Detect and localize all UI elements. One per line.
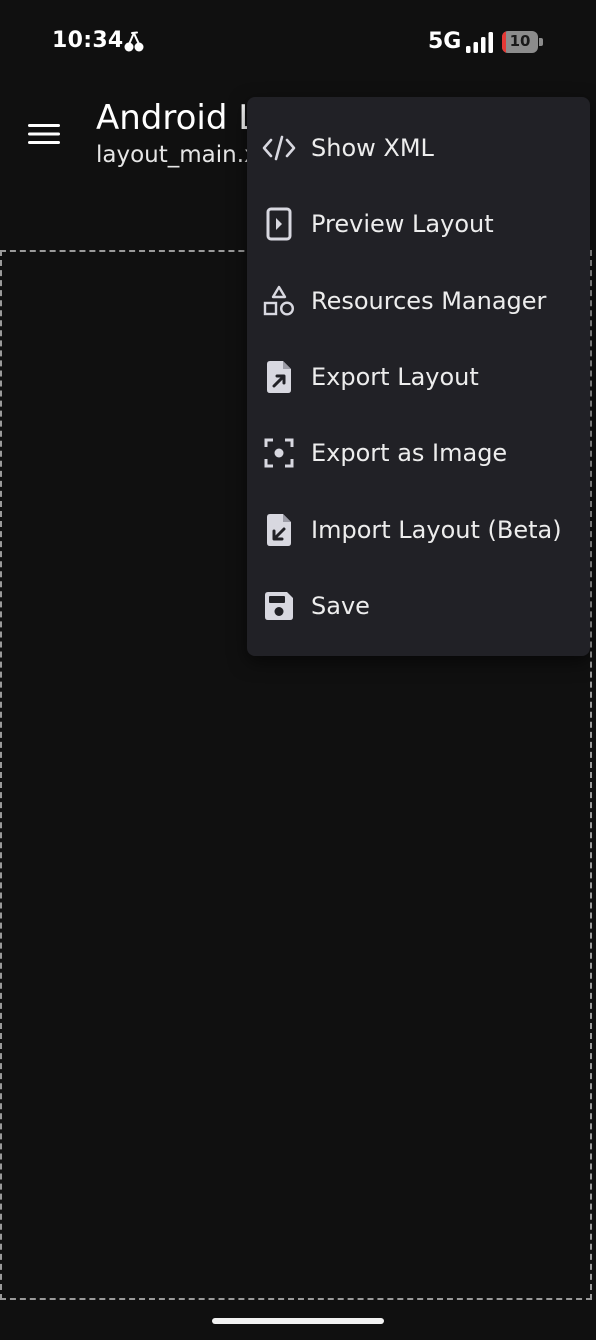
preview-icon (261, 206, 297, 242)
save-icon (261, 588, 297, 624)
signal-bars-icon (465, 32, 495, 54)
screenshot-frame-icon (261, 435, 297, 471)
file-export-icon (261, 359, 297, 395)
menu-item-label: Export Layout (311, 363, 479, 392)
menu-item-resources-manager[interactable]: Resources Manager (247, 263, 590, 339)
menu-item-export-layout[interactable]: Export Layout (247, 339, 590, 415)
menu-item-show-xml[interactable]: Show XML (247, 110, 590, 186)
cherries-icon (123, 31, 145, 53)
hamburger-menu-icon (28, 122, 60, 150)
shapes-icon (261, 283, 297, 319)
file-import-icon (261, 512, 297, 548)
code-icon (261, 130, 297, 166)
battery-level: 10 (509, 32, 531, 50)
menu-item-label: Resources Manager (311, 286, 547, 315)
status-time: 10:34 (52, 28, 124, 53)
app-title: Android L (96, 98, 258, 138)
status-bar: 10:34 5G 10 (0, 0, 596, 86)
screen: 10:34 5G 10 Android L layout_main.x Show… (0, 0, 596, 1340)
menu-item-import-layout[interactable]: Import Layout (Beta) (247, 491, 590, 567)
home-indicator[interactable] (212, 1318, 384, 1324)
network-type: 5G (428, 29, 462, 54)
menu-item-label: Show XML (311, 134, 434, 163)
menu-item-label: Export as Image (311, 439, 508, 468)
menu-item-preview-layout[interactable]: Preview Layout (247, 186, 590, 262)
battery-indicator: 10 (502, 31, 538, 53)
menu-item-export-as-image[interactable]: Export as Image (247, 415, 590, 491)
menu-item-save[interactable]: Save (247, 568, 590, 644)
navigation-menu-button[interactable] (22, 114, 66, 158)
menu-item-label: Import Layout (Beta) (311, 515, 562, 544)
overflow-menu: Show XML Preview Layout Resources Manage… (247, 97, 590, 656)
file-name-subtitle: layout_main.x (96, 142, 258, 168)
menu-item-label: Preview Layout (311, 210, 494, 239)
battery-cap (539, 38, 543, 46)
menu-item-label: Save (311, 591, 370, 620)
